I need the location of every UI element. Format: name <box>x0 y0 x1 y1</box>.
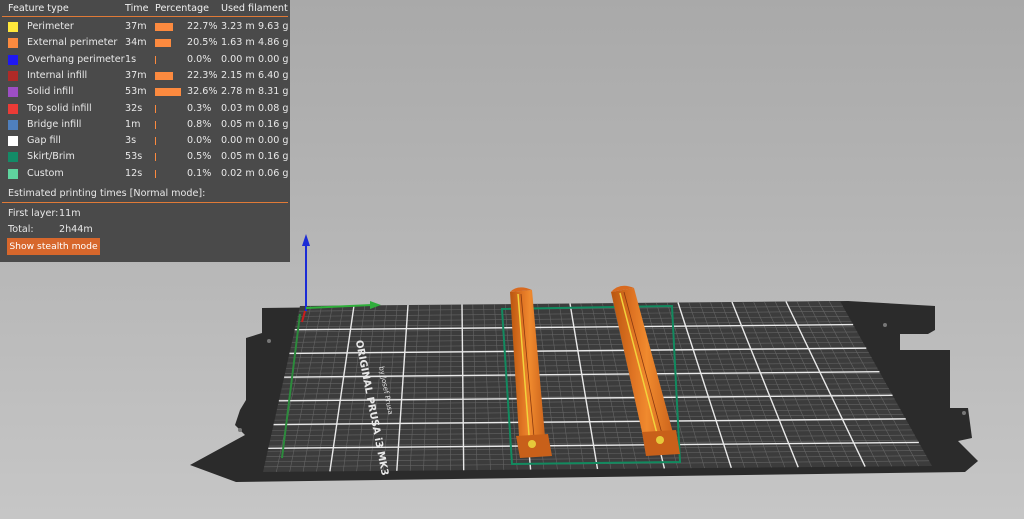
feature-time: 53m <box>125 86 147 98</box>
feature-weight: 0.00 g <box>258 135 289 147</box>
feature-weight: 6.40 g <box>258 69 289 81</box>
feature-name: Skirt/Brim <box>27 151 75 163</box>
show-stealth-mode-button[interactable]: Show stealth mode <box>7 238 100 255</box>
percentage-bar <box>155 39 172 48</box>
color-swatch <box>8 22 18 32</box>
bed-marker <box>238 428 242 432</box>
bed-marker <box>962 411 966 415</box>
header-feature-type: Feature type <box>8 3 69 14</box>
color-swatch <box>8 119 18 130</box>
estimate-divider <box>2 202 288 203</box>
feature-time: 3s <box>125 135 137 147</box>
header-divider <box>2 16 288 17</box>
feature-weight: 0.08 g <box>258 102 289 114</box>
feature-time: 37m <box>125 69 147 81</box>
feature-weight: 0.16 g <box>258 151 289 163</box>
feature-percentage: 0.3% <box>187 102 212 114</box>
header-time: Time <box>125 3 149 14</box>
legend-row: Skirt/Brim 53s 0.5% 0.05 m 0.16 g <box>0 149 290 165</box>
feature-length: 0.05 m <box>221 118 255 130</box>
feature-name: Perimeter <box>27 21 74 32</box>
feature-percentage: 22.3% <box>187 69 218 81</box>
feature-time: 1s <box>125 53 137 65</box>
percentage-bar <box>155 153 156 162</box>
feature-time: 37m <box>125 21 147 32</box>
feature-weight: 0.16 g <box>258 118 289 130</box>
first-layer-label: First layer: <box>8 208 59 219</box>
feature-name: Top solid infill <box>27 102 92 114</box>
header-used-filament: Used filament <box>221 3 288 14</box>
color-swatch <box>8 152 18 163</box>
feature-time: 12s <box>125 167 143 179</box>
feature-weight: 0.00 g <box>258 53 289 65</box>
feature-length: 1.63 m <box>221 37 255 49</box>
percentage-bar <box>155 55 156 64</box>
total-label: Total: <box>8 224 34 235</box>
feature-percentage: 20.5% <box>187 37 218 49</box>
feature-length: 0.00 m <box>221 135 255 147</box>
color-swatch <box>8 70 18 81</box>
axis-z-arrow <box>302 234 310 246</box>
bed-marker <box>883 323 887 327</box>
feature-time: 1m <box>125 118 141 130</box>
feature-time: 32s <box>125 102 143 114</box>
total-value: 2h44m <box>59 224 93 235</box>
percentage-bar <box>155 137 156 146</box>
legend-row: Solid infill 53m 32.6% 2.78 m 8.31 g <box>0 84 290 100</box>
estimate-title: Estimated printing times [Normal mode]: <box>8 188 206 199</box>
feature-weight: 0.06 g <box>258 167 289 179</box>
feature-weight: 4.86 g <box>258 37 289 49</box>
feature-length: 0.05 m <box>221 151 255 163</box>
legend-row: Perimeter 37m 22.7% 3.23 m 9.63 g <box>0 19 290 35</box>
legend-row: Bridge infill 1m 0.8% 0.05 m 0.16 g <box>0 117 290 133</box>
color-swatch <box>8 136 18 147</box>
color-swatch <box>8 168 18 179</box>
percentage-bar <box>155 104 156 113</box>
color-swatch <box>8 103 18 114</box>
feature-percentage: 0.0% <box>187 53 212 65</box>
feature-percentage: 0.1% <box>187 167 212 179</box>
percentage-bar <box>155 88 181 97</box>
feature-length: 0.00 m <box>221 53 255 65</box>
feature-name: Gap fill <box>27 135 61 147</box>
legend-row: Overhang perimeter 1s 0.0% 0.00 m 0.00 g <box>0 52 290 68</box>
feature-length: 3.23 m <box>221 21 255 32</box>
first-layer-value: 11m <box>59 208 81 219</box>
feature-weight: 8.31 g <box>258 86 289 98</box>
feature-weight: 9.63 g <box>258 21 289 32</box>
percentage-bar <box>155 23 174 31</box>
percentage-bar <box>155 71 173 80</box>
feature-time: 53s <box>125 151 143 163</box>
header-percentage: Percentage <box>155 3 209 14</box>
feature-percentage: 0.8% <box>187 118 212 130</box>
color-swatch <box>8 87 18 98</box>
color-swatch <box>8 54 18 65</box>
feature-name: Custom <box>27 167 64 179</box>
legend-row: Gap fill 3s 0.0% 0.00 m 0.00 g <box>0 133 290 149</box>
feature-percentage: 32.6% <box>187 86 218 98</box>
percentage-bar <box>155 169 156 178</box>
feature-percentage: 22.7% <box>187 21 218 32</box>
legend-row: Custom 12s 0.1% 0.02 m 0.06 g <box>0 166 290 182</box>
feature-name: Internal infill <box>27 69 88 81</box>
feature-name: Bridge infill <box>27 118 82 130</box>
color-swatch <box>8 38 18 49</box>
feature-name: Solid infill <box>27 86 74 98</box>
feature-percentage: 0.0% <box>187 135 212 147</box>
feature-length: 2.78 m <box>221 86 255 98</box>
feature-length: 2.15 m <box>221 69 255 81</box>
feature-length: 0.02 m <box>221 167 255 179</box>
feature-time: 34m <box>125 37 147 49</box>
percentage-bar <box>155 120 156 129</box>
legend-panel: Feature type Time Percentage Used filame… <box>0 0 290 262</box>
bed-marker <box>267 339 271 343</box>
feature-percentage: 0.5% <box>187 151 212 163</box>
feature-length: 0.03 m <box>221 102 255 114</box>
legend-row: Top solid infill 32s 0.3% 0.03 m 0.08 g <box>0 101 290 117</box>
legend-row: External perimeter 34m 20.5% 1.63 m 4.86 g <box>0 35 290 51</box>
feature-name: External perimeter <box>27 37 118 49</box>
legend-row: Internal infill 37m 22.3% 2.15 m 6.40 g <box>0 68 290 84</box>
feature-name: Overhang perimeter <box>27 53 125 65</box>
